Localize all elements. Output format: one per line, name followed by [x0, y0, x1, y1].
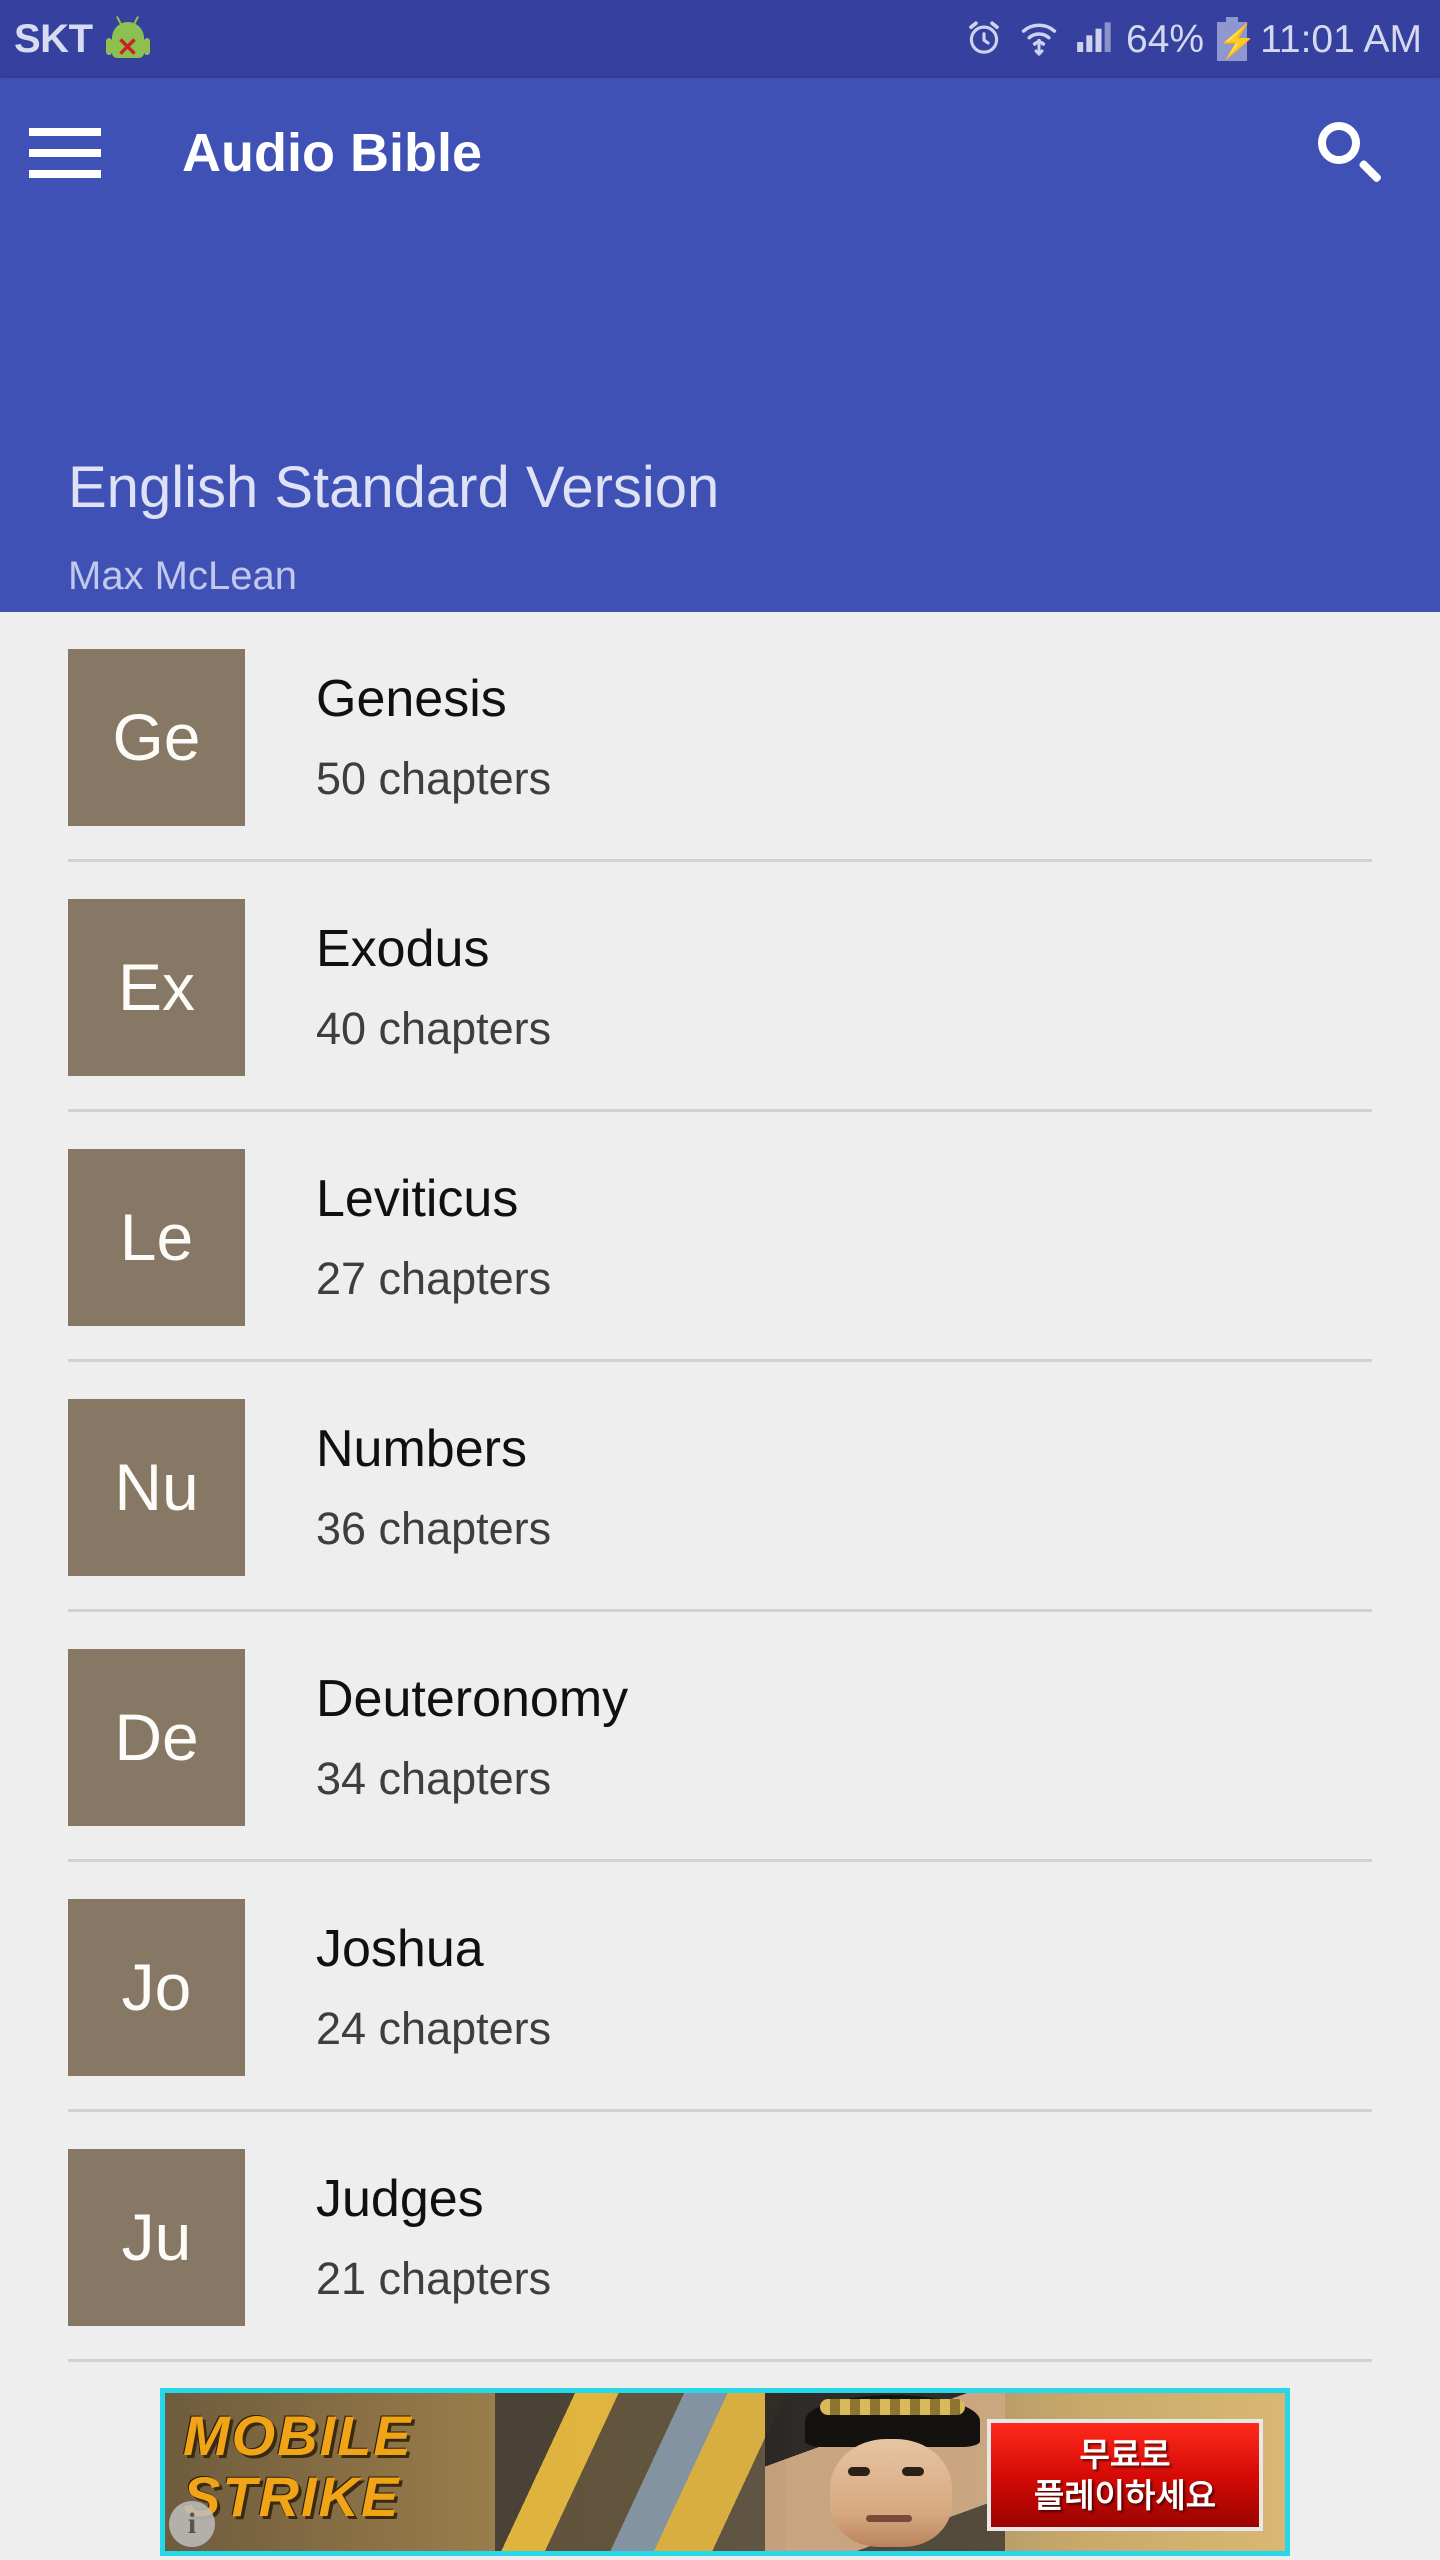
book-meta: Numbers 36 chapters — [316, 1422, 551, 1552]
ad-title-line2: STRIKE — [183, 2465, 401, 2529]
book-chapter-count-label: 27 chapters — [316, 1252, 552, 1304]
android-robot-icon: ✕ — [105, 16, 150, 62]
ad-title-line1: MOBILE — [183, 2404, 413, 2467]
battery-percent-label: 64% — [1126, 17, 1205, 61]
alarm-clock-icon — [963, 15, 1005, 64]
book-list-item[interactable]: Ju Judges 21 chapters — [0, 2112, 1440, 2362]
book-abbreviation-tile: Ge — [68, 648, 245, 826]
book-list-item[interactable]: Jo Joshua 24 chapters — [0, 1862, 1440, 2112]
ad-area: MOBILE STRIKE 무료로 플레이하세요 i — [0, 2380, 1440, 2560]
book-name-label: Genesis — [316, 670, 507, 729]
book-chapter-count-label: 36 chapters — [316, 1502, 552, 1554]
book-abbreviation-tile: Nu — [68, 1398, 245, 1576]
ad-character-face — [830, 2439, 952, 2547]
android-error-x-icon: ✕ — [116, 32, 139, 62]
phone-screen: SKT ✕ 64% ⚡ 11:01 AM Audio Bible English… — [0, 0, 1440, 2560]
book-list-item[interactable]: Nu Numbers 36 chapters — [0, 1362, 1440, 1612]
book-chapter-count-label: 34 chapters — [316, 1752, 552, 1804]
status-bar: SKT ✕ 64% ⚡ 11:01 AM — [0, 0, 1440, 78]
book-chapter-count-label: 21 chapters — [316, 2252, 552, 2304]
version-title: English Standard Version — [68, 455, 720, 520]
search-button[interactable] — [1284, 78, 1414, 228]
book-abbreviation-label: Nu — [114, 1450, 199, 1524]
book-name-label: Leviticus — [316, 1170, 519, 1229]
app-title: Audio Bible — [182, 123, 482, 183]
book-abbreviation-tile: Le — [68, 1148, 245, 1326]
book-list-item[interactable]: De Deuteronomy 34 chapters — [0, 1612, 1440, 1862]
book-meta: Deuteronomy 34 chapters — [316, 1672, 628, 1802]
book-name-label: Exodus — [316, 920, 490, 979]
hamburger-menu-icon — [29, 128, 101, 178]
toolbar: Audio Bible — [0, 78, 1440, 228]
version-narrator: Max McLean — [68, 553, 297, 598]
status-bar-right: 64% ⚡ 11:01 AM — [963, 15, 1422, 64]
book-abbreviation-tile: Ju — [68, 2148, 245, 2326]
cellular-signal-icon — [1073, 15, 1113, 64]
ad-artwork-machinery — [495, 2393, 785, 2551]
book-abbreviation-label: Le — [119, 1200, 194, 1274]
book-chapter-count-label: 24 chapters — [316, 2002, 552, 2054]
battery-charging-icon: ⚡ — [1217, 17, 1257, 61]
book-name-label: Judges — [316, 2170, 484, 2229]
book-abbreviation-label: Ge — [112, 700, 201, 774]
wifi-icon — [1018, 15, 1060, 64]
ad-info-icon[interactable]: i — [169, 2501, 215, 2547]
ad-cta-button[interactable]: 무료로 플레이하세요 — [987, 2419, 1263, 2531]
book-abbreviation-label: Ex — [117, 950, 196, 1024]
book-meta: Genesis 50 chapters — [316, 672, 551, 802]
search-icon — [1316, 120, 1383, 186]
book-chapter-count-label: 40 chapters — [316, 1002, 552, 1054]
book-abbreviation-label: Ju — [121, 2200, 192, 2274]
carrier-label: SKT — [14, 17, 93, 61]
book-chapter-count-label: 50 chapters — [316, 752, 552, 804]
book-name-label: Deuteronomy — [316, 1670, 629, 1729]
book-abbreviation-tile: Jo — [68, 1898, 245, 2076]
ad-banner[interactable]: MOBILE STRIKE 무료로 플레이하세요 i — [160, 2388, 1290, 2556]
clock-label: 11:01 AM — [1260, 17, 1422, 61]
book-list-item[interactable]: Ex Exodus 40 chapters — [0, 862, 1440, 1112]
book-meta: Leviticus 27 chapters — [316, 1172, 551, 1302]
ad-cta-line2: 플레이하세요 — [1033, 2477, 1217, 2514]
book-meta: Exodus 40 chapters — [316, 922, 551, 1052]
ad-title: MOBILE STRIKE — [183, 2404, 483, 2529]
book-list[interactable]: Ge Genesis 50 chapters Ex Exodus 40 chapters L… — [0, 612, 1440, 2380]
book-abbreviation-tile: Ex — [68, 898, 245, 1076]
ad-cta-line1: 무료로 — [1079, 2435, 1171, 2473]
book-list-item[interactable]: Ge Genesis 50 chapters — [0, 612, 1440, 862]
list-divider — [68, 2359, 1372, 2362]
book-name-label: Numbers — [316, 1420, 527, 1479]
book-abbreviation-tile: De — [68, 1648, 245, 1826]
book-list-item[interactable]: Le Leviticus 27 chapters — [0, 1112, 1440, 1362]
book-meta: Judges 21 chapters — [316, 2172, 551, 2302]
book-name-label: Joshua — [316, 1920, 484, 1979]
book-abbreviation-label: Jo — [121, 1950, 192, 2024]
app-header: Audio Bible English Standard Version Max… — [0, 78, 1440, 612]
book-meta: Joshua 24 chapters — [316, 1922, 551, 2052]
version-header: English Standard Version Max McLean — [68, 455, 720, 598]
ad-character-hat-braid — [820, 2399, 965, 2415]
status-bar-left: SKT ✕ — [14, 16, 150, 62]
navigation-drawer-button[interactable] — [0, 78, 130, 228]
book-abbreviation-label: De — [114, 1700, 199, 1774]
